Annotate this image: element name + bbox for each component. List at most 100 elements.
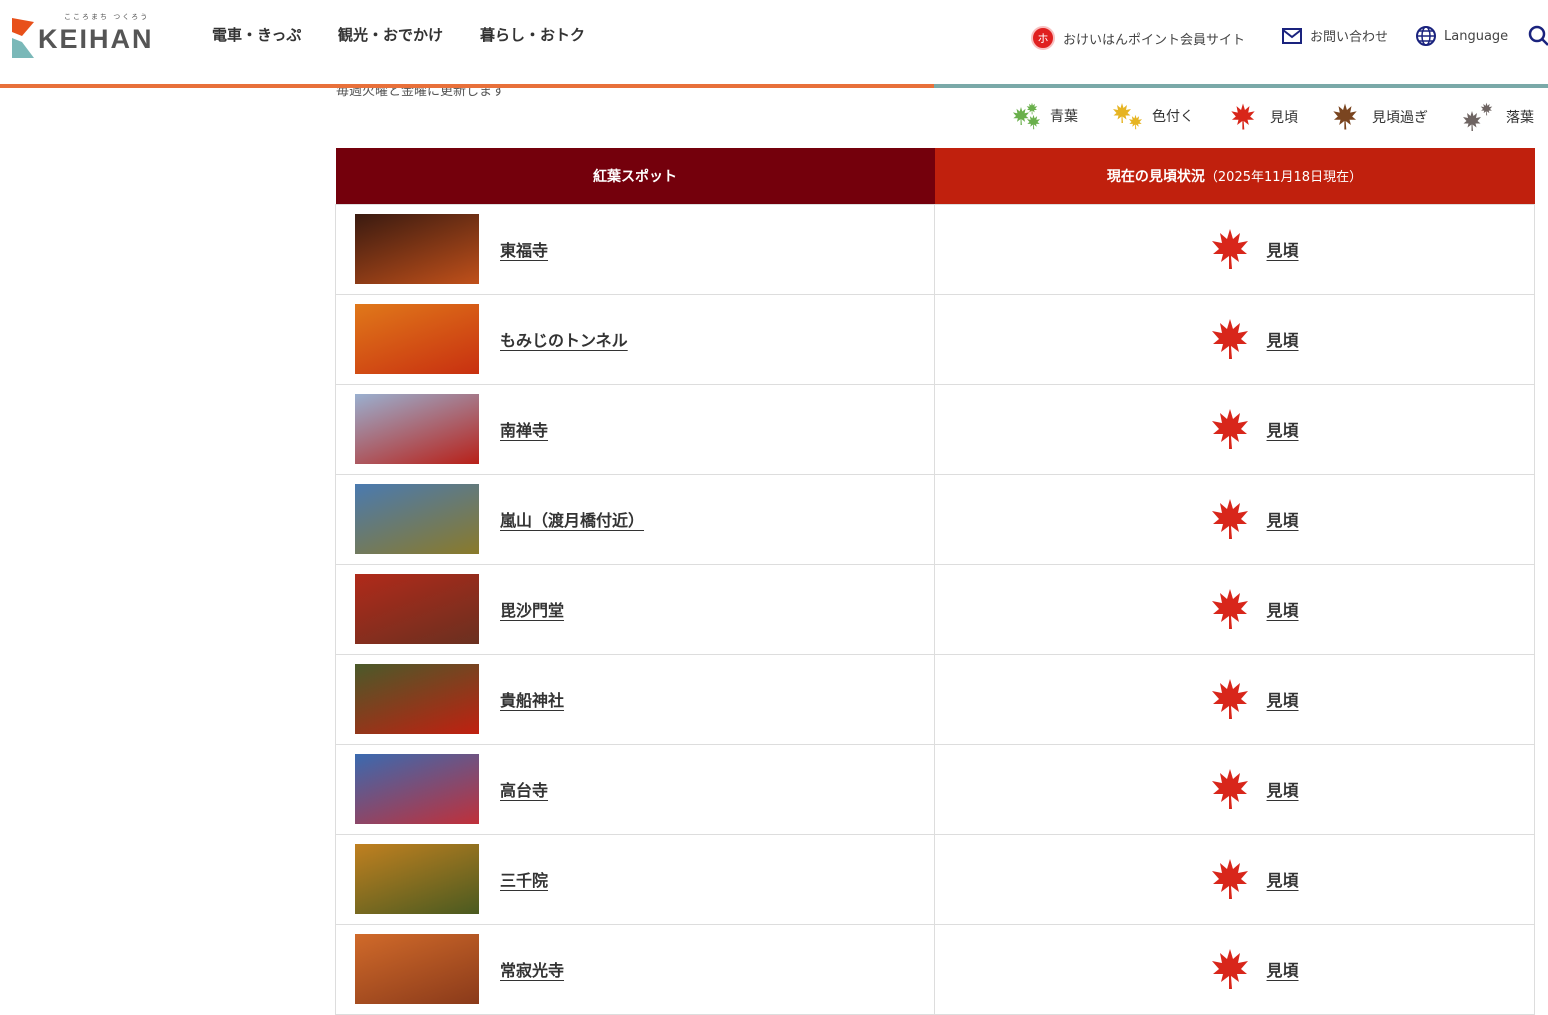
spot-link[interactable]: 南禅寺 (500, 417, 548, 441)
logo-text: KEIHAN (38, 24, 154, 54)
red-leaf-icon (1231, 103, 1255, 130)
legend-label: 見頃 (1270, 110, 1298, 126)
spot-cell: 東福寺 (335, 203, 935, 295)
maple-leaf-icon (1210, 677, 1250, 721)
column-header-status: 現在の見頃状況（2025年11月18日現在） (934, 148, 1535, 204)
table-row: 三千院 見頃 (335, 833, 1535, 925)
legend-migoro: 見頃 (1230, 102, 1298, 132)
spot-thumbnail[interactable] (355, 484, 479, 554)
spot-cell: 貴船神社 (335, 653, 935, 745)
status-link[interactable]: 見頃 (1266, 417, 1298, 441)
table-row: 嵐山（渡月橋付近） 見頃 (335, 473, 1535, 565)
header-bar-teal (934, 84, 1548, 88)
spot-thumbnail[interactable] (355, 664, 479, 734)
maple-leaf-icon (1210, 227, 1250, 271)
table-row: もみじのトンネル 見頃 (335, 293, 1535, 385)
points-label: おけいはんポイント会員サイト (1063, 32, 1246, 48)
language-label: Language (1444, 28, 1509, 44)
fallen-leaf-icon (1463, 102, 1493, 131)
legend-migoro-sugi: 見頃過ぎ (1332, 102, 1428, 132)
table-row: 常寂光寺 見頃 (335, 923, 1535, 1015)
keihan-logo[interactable]: こころまち つくろう KEIHAN (12, 12, 187, 60)
points-site-link[interactable]: ホ おけいはんポイント会員サイト (1031, 26, 1245, 50)
mail-icon (1282, 27, 1302, 44)
maple-leaf-icon (1210, 857, 1250, 901)
header-bar-orange (0, 84, 934, 88)
maple-leaf-icon (1210, 947, 1250, 991)
status-cell: 見頃 (934, 923, 1535, 1015)
status-link[interactable]: 見頃 (1266, 687, 1298, 711)
legend-rakuyo: 落葉 (1462, 102, 1534, 132)
legend-label: 色付く (1152, 109, 1194, 125)
spot-link[interactable]: 毘沙門堂 (500, 597, 564, 621)
spot-link[interactable]: 東福寺 (500, 237, 548, 261)
green-leaf-icon (1012, 102, 1041, 130)
status-link[interactable]: 見頃 (1266, 327, 1298, 351)
spot-cell: 常寂光寺 (335, 923, 935, 1015)
spot-thumbnail[interactable] (355, 754, 479, 824)
spot-thumbnail[interactable] (355, 304, 479, 374)
legend-aoba: 青葉 (1012, 102, 1078, 130)
status-cell: 見頃 (934, 473, 1535, 565)
spot-cell: 嵐山（渡月橋付近） (335, 473, 935, 565)
brown-leaf-icon (1333, 103, 1357, 130)
globe-icon (1416, 26, 1436, 46)
legend-label: 見頃過ぎ (1372, 110, 1428, 126)
spot-link[interactable]: 高台寺 (500, 777, 548, 801)
contact-link[interactable]: お問い合わせ (1282, 26, 1388, 45)
table-row: 貴船神社 見頃 (335, 653, 1535, 745)
points-icon: ホ (1031, 26, 1055, 50)
site-header: こころまち つくろう KEIHAN 電車・きっぷ 観光・おでかけ 暮らし・おトク… (0, 0, 1548, 84)
spot-link[interactable]: 嵐山（渡月橋付近） (500, 507, 644, 531)
status-cell: 見頃 (934, 563, 1535, 655)
nav-living[interactable]: 暮らし・おトク (480, 24, 585, 45)
spot-thumbnail[interactable] (355, 214, 479, 284)
status-link[interactable]: 見頃 (1266, 777, 1298, 801)
status-link[interactable]: 見頃 (1266, 237, 1298, 261)
nav-trains[interactable]: 電車・きっぷ (212, 24, 301, 45)
status-cell: 見頃 (934, 383, 1535, 475)
spot-cell: 毘沙門堂 (335, 563, 935, 655)
table-row: 高台寺 見頃 (335, 743, 1535, 835)
search-icon[interactable] (1528, 25, 1548, 47)
table-row: 南禅寺 見頃 (335, 383, 1535, 475)
spot-link[interactable]: もみじのトンネル (500, 327, 628, 351)
status-link[interactable]: 見頃 (1266, 867, 1298, 891)
spot-link[interactable]: 三千院 (500, 867, 548, 891)
spot-thumbnail[interactable] (355, 394, 479, 464)
status-header-date: （2025年11月18日現在） (1204, 169, 1363, 185)
autumn-leaves-table: 紅葉スポット 現在の見頃状況（2025年11月18日現在） 東福寺 見頃 もみじ… (335, 148, 1535, 1015)
yellow-leaf-icon (1113, 103, 1143, 130)
column-header-spot: 紅葉スポット (335, 148, 935, 204)
legend-irozuku: 色付く (1112, 102, 1194, 130)
table-row: 毘沙門堂 見頃 (335, 563, 1535, 655)
maple-leaf-icon (1210, 587, 1250, 631)
legend-label: 青葉 (1050, 109, 1078, 125)
spot-thumbnail[interactable] (355, 844, 479, 914)
status-cell: 見頃 (934, 743, 1535, 835)
status-link[interactable]: 見頃 (1266, 597, 1298, 621)
spot-link[interactable]: 常寂光寺 (500, 957, 564, 981)
spot-cell: もみじのトンネル (335, 293, 935, 385)
spot-cell: 高台寺 (335, 743, 935, 835)
spot-cell: 三千院 (335, 833, 935, 925)
spot-link[interactable]: 貴船神社 (500, 687, 564, 711)
status-link[interactable]: 見頃 (1266, 957, 1298, 981)
status-cell: 見頃 (934, 833, 1535, 925)
spot-cell: 南禅寺 (335, 383, 935, 475)
spot-thumbnail[interactable] (355, 934, 479, 1004)
maple-leaf-icon (1210, 407, 1250, 451)
maple-leaf-icon (1210, 767, 1250, 811)
logo-tagline: こころまち つくろう (64, 13, 150, 21)
nav-sightseeing[interactable]: 観光・おでかけ (338, 24, 443, 45)
status-header-label: 現在の見頃状況 (1106, 168, 1205, 185)
status-cell: 見頃 (934, 653, 1535, 745)
spot-thumbnail[interactable] (355, 574, 479, 644)
status-cell: 見頃 (934, 203, 1535, 295)
language-link[interactable]: Language (1416, 26, 1508, 46)
logo-mark-icon (12, 18, 34, 58)
legend-label: 落葉 (1506, 110, 1534, 126)
status-cell: 見頃 (934, 293, 1535, 385)
contact-label: お問い合わせ (1310, 30, 1389, 45)
status-link[interactable]: 見頃 (1266, 507, 1298, 531)
